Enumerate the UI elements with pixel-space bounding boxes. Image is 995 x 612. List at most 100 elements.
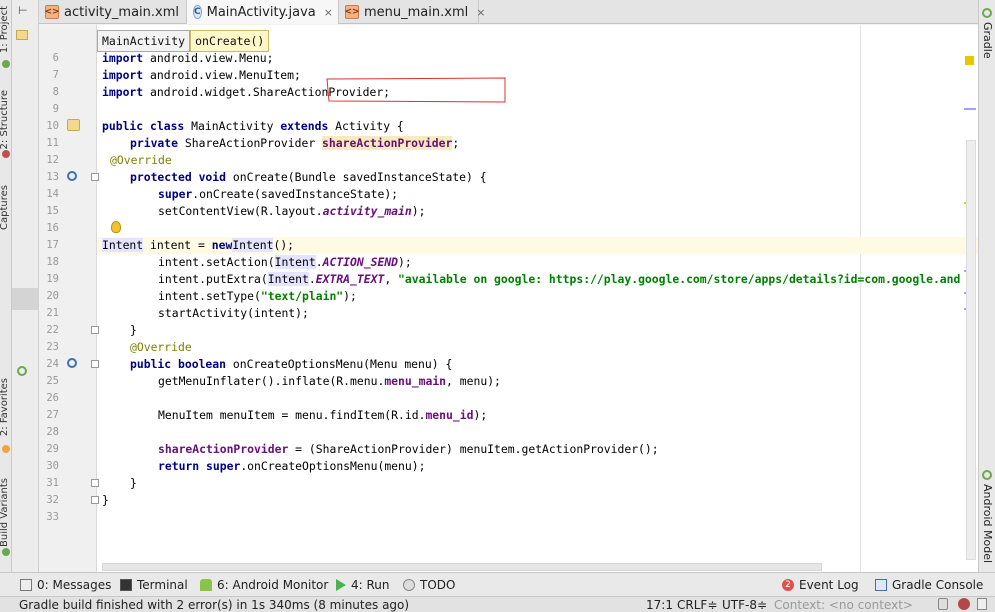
line-number: 18 [46,256,59,268]
android-monitor-tool-button[interactable]: 6: Android Monitor [200,573,328,597]
inspector-icon[interactable] [958,598,970,610]
tab-label: activity_main.xml [64,4,180,20]
encoding-selector[interactable]: UTF-8≑ [722,598,767,612]
android-model-tool-tab[interactable]: Android Model [981,484,994,563]
gradle-icon [982,8,992,18]
line-number: 23 [46,341,59,353]
code-line-7: import android.view.MenuItem; [102,68,301,82]
warning-stripe-marker [965,56,974,65]
line-number: 8 [52,86,59,98]
breadcrumb-method[interactable]: onCreate() [190,30,270,52]
build-variants-tool-tab[interactable]: Build Variants [0,478,10,547]
run-tool-button[interactable]: 4: Run [336,573,390,597]
close-tab-icon[interactable]: × [476,6,485,19]
java-class-icon: C [193,5,202,19]
override-method-icon[interactable] [67,358,77,368]
line-number: 24 [46,358,59,370]
line-number: 13 [46,171,59,183]
vertical-scrollbar[interactable] [966,140,976,560]
project-panel-collapsed: ⊢ [12,0,39,572]
gradle-console-icon [875,579,887,591]
project-tool-tab[interactable]: 1: Project [0,6,10,53]
close-tab-icon[interactable]: × [324,6,333,19]
line-number: 28 [46,426,59,438]
code-line-15: setContentView(R.layout.activity_main); [158,204,426,218]
line-number: 9 [52,103,59,115]
android-icon [200,579,212,591]
code-line-23: @Override [130,340,192,354]
captures-tool-tab[interactable]: Captures [0,185,10,230]
code-text-area[interactable]: import android.view.Menu; import android.… [97,25,978,572]
context-indicator: Context: <no context> [774,598,913,612]
line-number: 20 [46,290,59,302]
code-line-8: import android.widget.ShareActionProvide… [102,85,391,99]
messages-tool-button[interactable]: 0: Messages [20,573,111,597]
code-line-22: } [130,323,137,337]
left-tool-strip: 1: Project 2: Structure Captures 2: Favo… [0,0,12,572]
tab-activity-main-xml[interactable]: <> activity_main.xml × [39,0,196,24]
line-number: 19 [46,273,59,285]
caret-position[interactable]: 17:1 [646,598,673,612]
code-line-24: public boolean onCreateOptionsMenu(Menu … [130,357,453,371]
code-line-25: getMenuInflater().inflate(R.menu.menu_ma… [158,374,501,388]
memory-indicator-icon[interactable] [977,598,987,610]
code-line-31: } [130,476,137,490]
tab-mainactivity-java[interactable]: C MainActivity.java × [187,0,339,24]
gradle-tool-tab[interactable]: Gradle [981,22,994,59]
line-number: 30 [46,460,59,472]
line-number: 26 [46,392,59,404]
breadcrumb-class[interactable]: MainActivity [97,30,191,52]
class-gutter-icon[interactable] [67,119,80,131]
structure-tool-tab[interactable]: 2: Structure [0,90,10,149]
terminal-tool-button[interactable]: Terminal [120,573,188,597]
code-line-19: intent.putExtra(Intent.EXTRA_TEXT, "avai… [158,272,961,286]
code-line-13: protected void onCreate(Bundle savedInst… [130,170,487,184]
line-number: 14 [46,188,59,200]
run-icon [336,579,346,591]
line-number: 32 [46,494,59,506]
lock-icon[interactable] [938,598,948,610]
messages-icon [20,579,32,591]
right-tool-strip: Gradle Android Model [978,0,995,572]
code-line-30: return super.onCreateOptionsMenu(menu); [158,459,426,473]
line-number: 16 [46,222,59,234]
code-line-29: shareActionProvider = (ShareActionProvid… [158,442,659,456]
status-message[interactable]: Gradle build finished with 2 error(s) in… [19,598,409,612]
code-line-11: private ShareActionProvider shareActionP… [130,136,460,150]
line-separator-selector[interactable]: CRLF≑ [677,598,717,612]
horizontal-scrollbar[interactable] [102,563,822,571]
tab-menu-main-xml[interactable]: <> menu_main.xml × [339,0,485,24]
event-log-icon: 2 [782,579,794,591]
gradle-console-tool-button[interactable]: Gradle Console [875,573,983,597]
android-model-icon [982,470,992,480]
project-status-icon [2,60,10,68]
event-log-tool-button[interactable]: 2 Event Log [782,573,859,597]
line-number: 10 [46,120,59,132]
todo-tool-button[interactable]: TODO [403,573,455,597]
code-line-27: MenuItem menuItem = menu.findItem(R.id.m… [158,408,488,422]
code-editor[interactable]: 6 7 8 9 10 11 12 13 14 15 16 17 18 19 20… [39,25,978,572]
code-line-18: intent.setAction(Intent.ACTION_SEND); [158,255,412,269]
line-number: 11 [46,137,59,149]
line-number: 27 [46,409,59,421]
line-number: 7 [52,69,59,81]
code-line-14: super.onCreate(savedInstanceState); [158,187,399,201]
code-line-6: import android.view.Menu; [102,51,274,65]
line-number-gutter: 6 7 8 9 10 11 12 13 14 15 16 17 18 19 20… [39,25,121,572]
code-line-20: intent.setType("text/plain"); [158,289,357,303]
override-method-icon[interactable] [67,171,77,181]
folder-icon [16,30,28,40]
line-number: 29 [46,443,59,455]
xml-file-icon: <> [44,5,60,19]
android-module-icon [17,366,27,376]
favorites-tool-tab[interactable]: 2: Favorites [0,378,10,436]
code-line-32: } [102,493,109,507]
line-number: 12 [46,154,59,166]
collapse-panel-icon[interactable]: ⊢ [18,4,32,18]
line-number: 22 [46,324,59,336]
line-number: 15 [46,205,59,217]
breadcrumb: MainActivity onCreate() [97,30,270,52]
xml-file-icon: <> [344,5,360,19]
line-number: 25 [46,375,59,387]
line-number: 21 [46,307,59,319]
